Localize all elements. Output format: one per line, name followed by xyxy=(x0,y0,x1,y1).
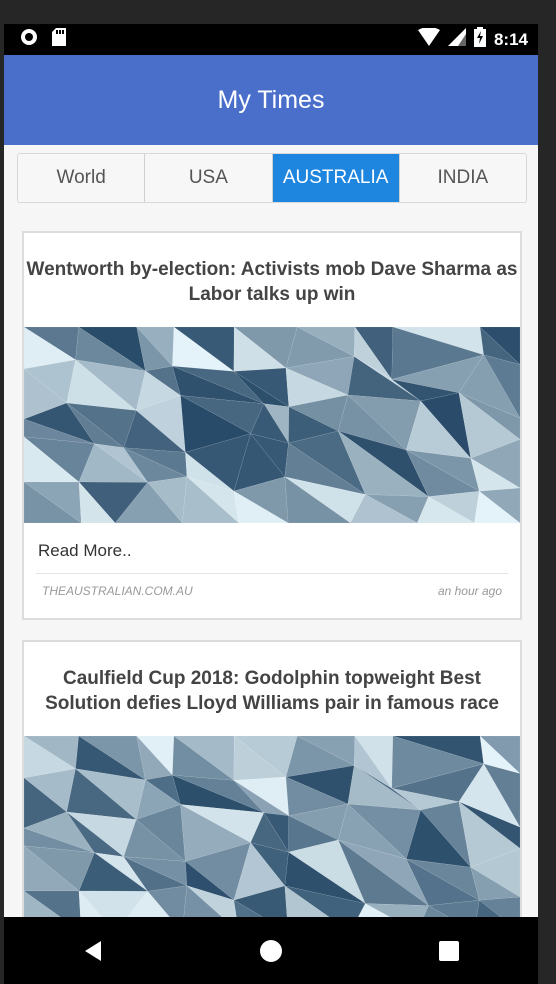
system-nav-bar xyxy=(4,917,538,984)
sd-card-icon xyxy=(52,28,66,51)
article-image[interactable] xyxy=(24,327,520,523)
recents-button[interactable] xyxy=(429,931,469,971)
app-title: My Times xyxy=(217,85,325,114)
recents-icon xyxy=(439,940,459,961)
app-screen: My Times World USA AUSTRALIA INDIA Wentw… xyxy=(4,55,538,917)
card-footer: THEAUSTRALIAN.COM.AU an hour ago xyxy=(24,574,520,618)
home-icon xyxy=(260,939,282,962)
article-image[interactable] xyxy=(24,736,520,917)
back-icon xyxy=(85,940,101,961)
article-source: THEAUSTRALIAN.COM.AU xyxy=(42,584,193,598)
read-more-link[interactable]: Read More.. xyxy=(24,523,520,573)
news-feed[interactable]: Wentworth by-election: Activists mob Dav… xyxy=(22,231,522,917)
news-card[interactable]: Caulfield Cup 2018: Godolphin topweight … xyxy=(22,640,522,917)
tab-usa[interactable]: USA xyxy=(145,154,273,202)
phone-bezel xyxy=(0,0,556,24)
signal-icon xyxy=(447,28,466,51)
app-bar: My Times xyxy=(4,55,538,145)
tab-india[interactable]: INDIA xyxy=(400,154,526,202)
back-button[interactable] xyxy=(73,931,113,971)
article-title[interactable]: Wentworth by-election: Activists mob Dav… xyxy=(24,233,520,327)
article-time: an hour ago xyxy=(437,584,502,598)
home-button[interactable] xyxy=(251,931,291,971)
tab-australia[interactable]: AUSTRALIA xyxy=(272,154,400,202)
status-time: 8:14 xyxy=(493,29,528,49)
record-icon xyxy=(20,28,38,51)
news-card[interactable]: Wentworth by-election: Activists mob Dav… xyxy=(22,231,522,620)
status-bar: 8:14 xyxy=(4,24,538,55)
category-tabs: World USA AUSTRALIA INDIA xyxy=(17,153,527,203)
wifi-icon xyxy=(417,27,440,51)
tab-world[interactable]: World xyxy=(18,154,146,202)
battery-charging-icon xyxy=(473,27,486,52)
article-title[interactable]: Caulfield Cup 2018: Godolphin topweight … xyxy=(24,642,520,736)
